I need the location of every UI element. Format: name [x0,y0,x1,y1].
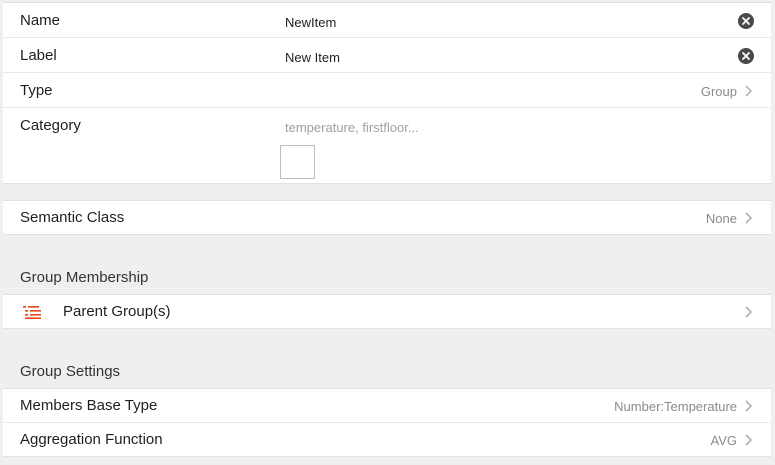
label-row: Label [3,38,771,73]
name-row: Name [3,3,771,38]
list-icon [23,306,41,319]
aggregation-function-row[interactable]: Aggregation Function AVG [3,423,771,456]
group-membership-title: Group Membership [20,269,149,286]
chevron-right-icon [745,400,752,412]
group-settings-title: Group Settings [20,363,121,380]
type-label: Type [20,82,53,99]
clear-icon [742,52,750,60]
name-label: Name [20,12,61,29]
semantic-class-row[interactable]: Semantic Class None [3,201,771,234]
parent-groups-row[interactable]: Parent Group(s) [3,295,771,328]
aggregation-function-label: Aggregation Function [20,431,163,448]
type-value: Group [700,84,737,99]
members-base-type-row[interactable]: Members Base Type Number:Temperature [3,389,771,423]
semantic-card: Semantic Class None [3,200,771,235]
aggregation-function-value: AVG [710,433,738,448]
semantic-class-label: Semantic Class [20,209,125,226]
category-label: Category [20,117,81,134]
label-label: Label [20,47,57,64]
category-input[interactable] [285,116,725,138]
members-base-type-label: Members Base Type [20,397,158,414]
item-properties-card: Name Label Type Group Category [3,2,771,184]
members-base-type-value: Number:Temperature [614,399,737,414]
label-input[interactable] [285,46,725,68]
chevron-right-icon [745,434,752,446]
group-membership-card: Parent Group(s) [3,294,771,329]
clear-icon [742,17,750,25]
chevron-right-icon [745,212,752,224]
chevron-right-icon [745,85,752,97]
chevron-right-icon [745,306,752,318]
clear-label-button[interactable] [738,48,754,64]
name-input[interactable] [285,11,725,33]
semantic-class-value: None [705,211,737,226]
group-settings-card: Members Base Type Number:Temperature Agg… [3,388,771,457]
parent-groups-label: Parent Group(s) [63,303,171,320]
type-row[interactable]: Type Group [3,73,771,108]
category-icon-preview[interactable] [280,145,315,179]
clear-name-button[interactable] [738,13,754,29]
